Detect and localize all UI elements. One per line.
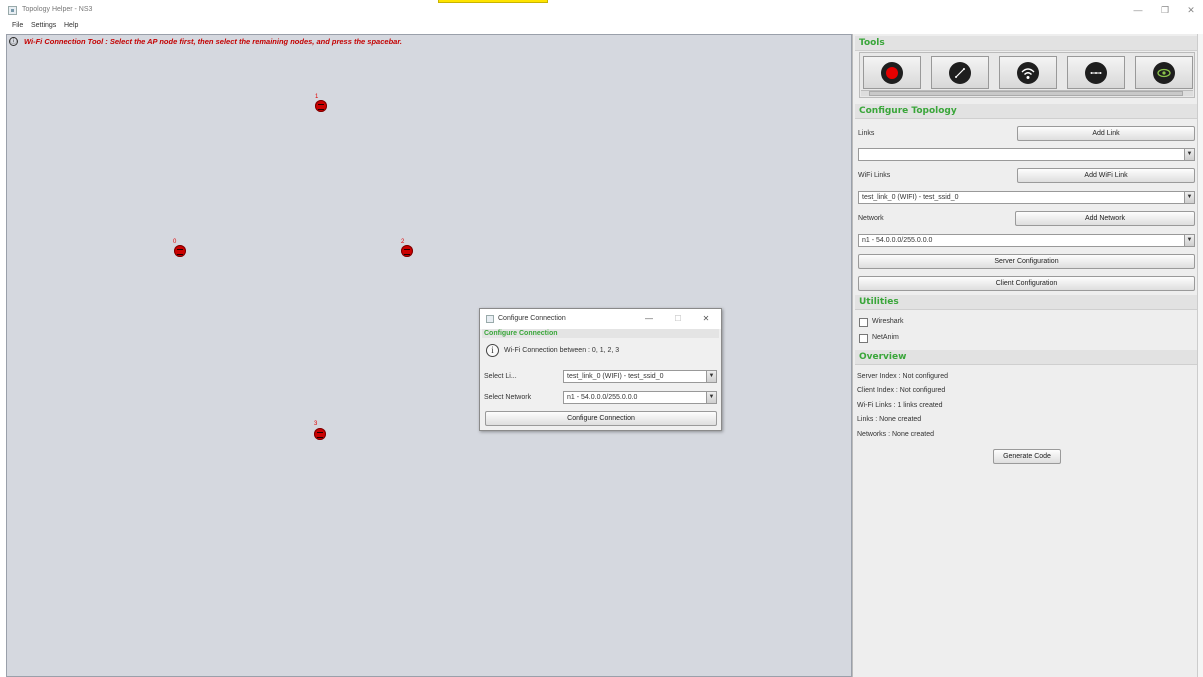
menu-bar: File Settings Help	[0, 21, 1203, 34]
add-network-button[interactable]: Add Network	[1015, 211, 1195, 226]
dropdown-arrow-icon: ▼	[706, 392, 716, 403]
menu-file[interactable]: File	[12, 22, 23, 29]
network-select[interactable]: n1 - 54.0.0.0/255.0.0.0 ▼	[858, 234, 1195, 247]
network-select-value: n1 - 54.0.0.0/255.0.0.0	[862, 237, 933, 244]
server-configuration-button[interactable]: Server Configuration	[858, 254, 1195, 269]
view-tool-button[interactable]	[1135, 56, 1193, 89]
select-link-dropdown[interactable]: test_link_0 (WIFI) - test_ssid_0 ▼	[563, 370, 717, 383]
generate-code-button[interactable]: Generate Code	[993, 449, 1061, 464]
server-index-status: Server Index : Not configured	[857, 373, 949, 380]
app-icon	[486, 315, 494, 323]
dropdown-arrow-icon: ▼	[1184, 192, 1194, 203]
dropdown-arrow-icon: ▼	[1184, 149, 1194, 160]
topology-canvas[interactable]: ⓘ Wi-Fi Connection Tool : Select the AP …	[6, 34, 852, 677]
select-network-dropdown[interactable]: n1 - 54.0.0.0/255.0.0.0 ▼	[563, 391, 717, 404]
links-select[interactable]: ▼	[858, 148, 1195, 161]
info-icon: ⓘ	[9, 36, 18, 46]
tool-instruction-text: Wi-Fi Connection Tool : Select the AP no…	[24, 36, 402, 46]
tools-header: Tools	[855, 36, 1200, 51]
link-tool-button[interactable]	[931, 56, 989, 89]
networks-status: Networks : None created	[857, 431, 935, 438]
select-network-label: Select Network	[484, 394, 532, 401]
wireshark-checkbox[interactable]	[859, 318, 868, 327]
node-label: 3	[314, 421, 318, 427]
dialog-minimize-button[interactable]: —	[643, 314, 655, 323]
app-icon	[8, 6, 17, 15]
link-line-icon	[949, 61, 971, 84]
record-icon	[881, 61, 903, 84]
dropdown-arrow-icon: ▼	[706, 371, 716, 382]
wifi-links-select-value: test_link_0 (WIFI) - test_ssid_0	[862, 194, 959, 201]
netanim-label: NetAnim	[872, 334, 899, 341]
minimize-button[interactable]: —	[1131, 5, 1145, 15]
node-2[interactable]	[401, 245, 413, 257]
select-link-label: Select Li...	[484, 373, 517, 380]
eye-icon	[1153, 61, 1175, 84]
tools-scrollbar[interactable]	[861, 90, 1193, 96]
overview-header: Overview	[855, 350, 1200, 365]
info-icon: i	[486, 344, 499, 357]
dialog-title: Configure Connection	[498, 315, 566, 322]
maximize-button[interactable]: ❐	[1158, 5, 1172, 15]
network-tool-button[interactable]	[1067, 56, 1125, 89]
client-configuration-button[interactable]: Client Configuration	[858, 276, 1195, 291]
wifi-tool-button[interactable]	[999, 56, 1057, 89]
right-panel: Tools Configure Topology Links Add Link …	[852, 34, 1203, 677]
wifi-links-select[interactable]: test_link_0 (WIFI) - test_ssid_0 ▼	[858, 191, 1195, 204]
dialog-close-button[interactable]: ✕	[700, 314, 712, 323]
node-label: 0	[173, 239, 177, 245]
wifi-links-status: Wi-Fi Links : 1 links created	[857, 402, 943, 409]
wifi-links-label: WiFi Links	[858, 172, 891, 179]
configure-connection-button[interactable]: Configure Connection	[485, 411, 717, 426]
links-status: Links : None created	[857, 416, 922, 423]
network-label: Network	[858, 215, 884, 222]
window-titlebar: Topology Helper - NS3 — ❐ ✕	[0, 0, 1203, 21]
close-button[interactable]: ✕	[1184, 5, 1198, 15]
connection-info-text: Wi-Fi Connection between : 0, 1, 2, 3	[504, 347, 620, 354]
wifi-icon	[1017, 61, 1039, 84]
right-scrollbar[interactable]	[1197, 34, 1203, 677]
menu-settings[interactable]: Settings	[31, 22, 56, 29]
netanim-checkbox[interactable]	[859, 334, 868, 343]
add-wifi-link-button[interactable]: Add WiFi Link	[1017, 168, 1195, 183]
dialog-section-header: Configure Connection	[482, 329, 719, 338]
node-0[interactable]	[174, 245, 186, 257]
select-link-value: test_link_0 (WIFI) - test_ssid_0	[567, 373, 664, 380]
network-icon	[1085, 61, 1107, 84]
menu-help[interactable]: Help	[64, 22, 78, 29]
dialog-titlebar: Configure Connection — ☐ ✕	[480, 309, 721, 329]
configure-connection-dialog: Configure Connection — ☐ ✕ Configure Con…	[479, 308, 722, 431]
add-link-button[interactable]: Add Link	[1017, 126, 1195, 141]
record-tool-button[interactable]	[863, 56, 921, 89]
wireshark-label: Wireshark	[872, 318, 904, 325]
tool-info-bar: ⓘ Wi-Fi Connection Tool : Select the AP …	[7, 35, 851, 47]
window-title: Topology Helper - NS3	[22, 6, 93, 13]
dialog-maximize-button: ☐	[674, 314, 682, 323]
node-1[interactable]	[315, 100, 327, 112]
utilities-header: Utilities	[855, 295, 1200, 310]
links-label: Links	[858, 130, 875, 137]
node-label: 1	[315, 94, 319, 100]
client-index-status: Client Index : Not configured	[857, 387, 946, 394]
node-3[interactable]	[314, 428, 326, 440]
select-network-value: n1 - 54.0.0.0/255.0.0.0	[567, 394, 638, 401]
tools-toolbar	[859, 52, 1195, 98]
highlight-marker	[438, 0, 548, 3]
scroll-thumb[interactable]	[869, 91, 1183, 96]
configure-topology-header: Configure Topology	[855, 104, 1200, 119]
dropdown-arrow-icon: ▼	[1184, 235, 1194, 246]
node-label: 2	[401, 239, 405, 245]
